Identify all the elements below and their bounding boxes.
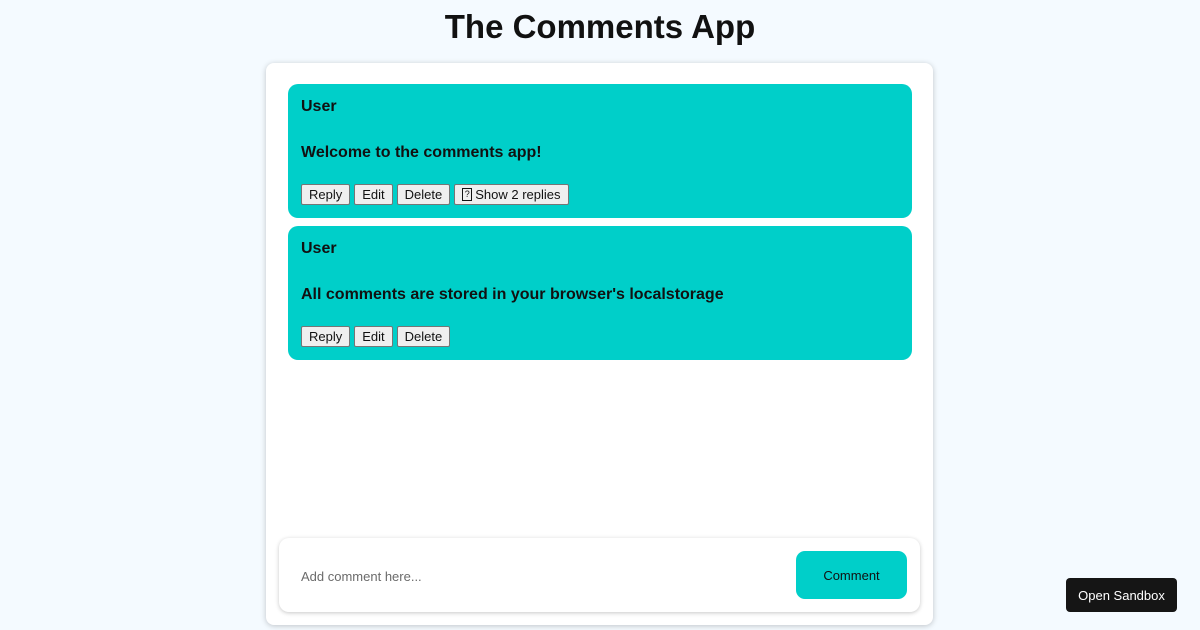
comment-composer: Comment xyxy=(279,538,920,612)
comment-submit-button[interactable]: Comment xyxy=(796,551,907,599)
delete-button[interactable]: Delete xyxy=(396,326,451,347)
comment-author: User xyxy=(301,98,337,115)
reply-button[interactable]: Reply xyxy=(301,326,351,347)
comments-panel: User Welcome to the comments app! Reply … xyxy=(266,63,933,625)
edit-button[interactable]: Edit xyxy=(354,326,393,347)
chevron-toggle-icon: ? xyxy=(462,188,473,201)
show-replies-button[interactable]: ? Show 2 replies xyxy=(454,184,569,205)
edit-button[interactable]: Edit xyxy=(354,184,393,205)
open-sandbox-button[interactable]: Open Sandbox xyxy=(1066,578,1177,612)
comment-text: All comments are stored in your browser'… xyxy=(301,286,724,303)
delete-button[interactable]: Delete xyxy=(396,184,451,205)
comment-input[interactable] xyxy=(299,562,783,590)
comment-card: User Welcome to the comments app! Reply … xyxy=(288,84,912,218)
reply-button[interactable]: Reply xyxy=(301,184,351,205)
comment-actions: Reply Edit Delete ? Show 2 replies xyxy=(301,184,899,205)
comment-author: User xyxy=(301,240,337,257)
comment-text: Welcome to the comments app! xyxy=(301,144,542,161)
comment-card: User All comments are stored in your bro… xyxy=(288,226,912,360)
comment-actions: Reply Edit Delete xyxy=(301,326,899,347)
page-title: The Comments App xyxy=(444,8,756,45)
show-replies-label: Show 2 replies xyxy=(475,187,561,202)
